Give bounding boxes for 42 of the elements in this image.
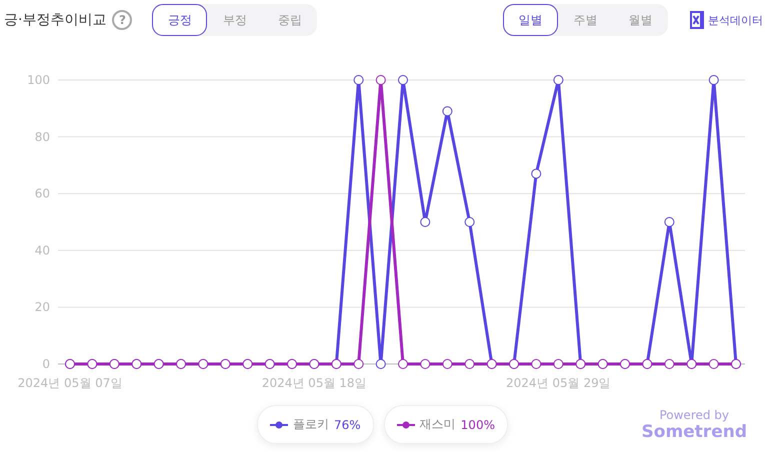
point xyxy=(531,168,542,179)
legend-label: 재스미 xyxy=(420,416,456,433)
point xyxy=(664,359,674,369)
x-tick-label: 2024년 05월 18일 xyxy=(262,376,367,390)
y-tick-label: 20 xyxy=(34,300,50,314)
legend-share: 76% xyxy=(334,418,361,432)
point xyxy=(376,75,386,85)
point xyxy=(708,75,719,85)
point xyxy=(708,359,719,369)
spreadsheet-icon xyxy=(690,10,706,30)
legend-item[interactable]: 재스미 100% xyxy=(384,405,508,444)
point xyxy=(420,217,430,227)
sentiment-tab[interactable]: 긍정 xyxy=(152,4,208,36)
legend-share: 100% xyxy=(460,418,495,432)
powered-by-text: Powered by xyxy=(659,408,730,422)
y-tick-label: 0 xyxy=(42,357,50,371)
point xyxy=(442,106,452,116)
brand-logo: Sometrend xyxy=(642,422,747,442)
point xyxy=(398,75,408,85)
legend-label: 플로키 xyxy=(293,416,329,433)
point xyxy=(354,359,364,369)
period-tab[interactable]: 일별 xyxy=(503,4,558,36)
y-tick-label: 60 xyxy=(34,186,50,201)
point xyxy=(442,359,452,369)
y-tick-label: 40 xyxy=(34,243,50,258)
point xyxy=(398,359,408,369)
point xyxy=(376,359,386,369)
y-tick-label: 80 xyxy=(34,130,50,144)
point xyxy=(420,359,430,369)
point xyxy=(464,359,475,369)
x-tick-label: 2024년 05월 29일 xyxy=(506,376,611,390)
x-tick-label: 2024년 05월 07일 xyxy=(18,376,122,390)
legend-item[interactable]: 플로키 76% xyxy=(257,405,374,444)
point xyxy=(531,359,542,369)
point xyxy=(464,217,475,227)
point xyxy=(354,75,364,85)
y-tick-label: 100 xyxy=(27,73,50,87)
point xyxy=(553,359,564,369)
chart-title: 긍·부정추이비교 xyxy=(4,11,106,29)
export-link[interactable]: 분석데이터 xyxy=(690,10,763,30)
point xyxy=(553,75,564,85)
point xyxy=(664,217,674,227)
